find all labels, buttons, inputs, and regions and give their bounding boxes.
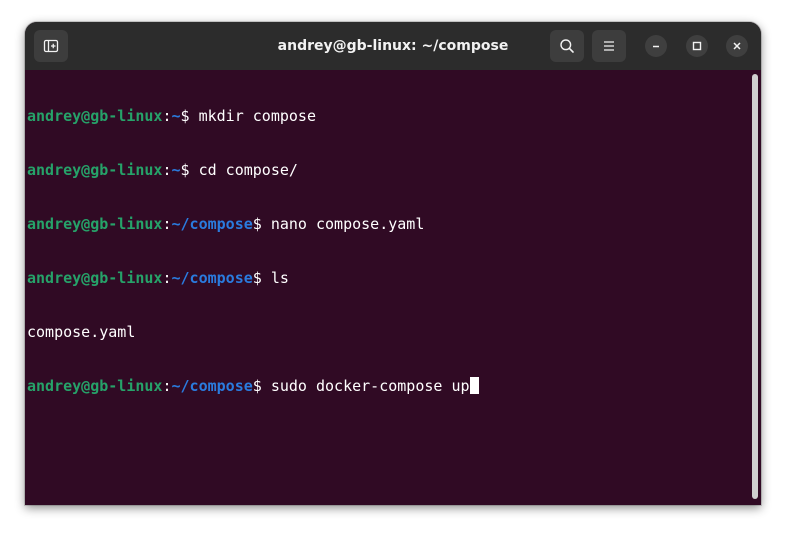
close-button[interactable]	[726, 35, 748, 57]
minimize-button[interactable]	[645, 35, 667, 57]
prompt-path: ~/compose	[171, 269, 253, 287]
output-text: compose.yaml	[27, 323, 136, 341]
terminal-line: andrey@gb-linux:~/compose$ nano compose.…	[27, 215, 479, 233]
prompt-symbol: $	[252, 377, 271, 395]
terminal-line: andrey@gb-linux:~$ cd compose/	[27, 161, 479, 179]
prompt-path: ~/compose	[171, 377, 253, 395]
terminal-output: andrey@gb-linux:~$ mkdir compose andrey@…	[27, 71, 479, 431]
terminal-area[interactable]: andrey@gb-linux:~$ mkdir compose andrey@…	[25, 70, 761, 505]
minimize-icon	[653, 45, 659, 48]
command-text: ls	[270, 269, 289, 287]
prompt-symbol: $	[180, 107, 199, 125]
prompt-symbol: $	[252, 269, 271, 287]
terminal-line: andrey@gb-linux:~$ mkdir compose	[27, 107, 479, 125]
search-icon	[560, 39, 574, 53]
hamburger-menu-icon	[604, 41, 614, 51]
scrollbar[interactable]	[752, 74, 758, 499]
terminal-line: andrey@gb-linux:~/compose$ sudo docker-c…	[27, 377, 479, 395]
prompt-symbol: $	[180, 161, 199, 179]
prompt-separator: :	[162, 377, 172, 395]
prompt-user: andrey@gb-linux	[27, 161, 163, 179]
prompt-user: andrey@gb-linux	[27, 377, 163, 395]
maximize-button[interactable]	[686, 35, 708, 57]
prompt-separator: :	[162, 107, 172, 125]
command-text: sudo docker-compose up	[270, 377, 470, 395]
terminal-output-line: compose.yaml	[27, 323, 479, 341]
prompt-path: ~/compose	[171, 215, 253, 233]
prompt-path: ~	[171, 107, 181, 125]
maximize-icon	[692, 41, 702, 51]
title-bar[interactable]: andrey@gb-linux: ~/compose	[25, 22, 761, 70]
search-button[interactable]	[550, 30, 584, 62]
prompt-path: ~	[171, 161, 181, 179]
prompt-user: andrey@gb-linux	[27, 107, 163, 125]
text-cursor	[469, 377, 479, 394]
command-text: nano compose.yaml	[270, 215, 425, 233]
new-tab-icon	[43, 39, 59, 53]
command-text: cd compose/	[198, 161, 298, 179]
command-text: mkdir compose	[198, 107, 316, 125]
menu-button[interactable]	[592, 30, 626, 62]
new-tab-button[interactable]	[34, 30, 68, 62]
prompt-separator: :	[162, 269, 172, 287]
prompt-user: andrey@gb-linux	[27, 215, 163, 233]
prompt-symbol: $	[252, 215, 271, 233]
terminal-line: andrey@gb-linux:~/compose$ ls	[27, 269, 479, 287]
close-icon	[733, 42, 741, 50]
terminal-window: andrey@gb-linux: ~/compose andrey@gb-lin…	[25, 22, 761, 505]
prompt-separator: :	[162, 161, 172, 179]
prompt-separator: :	[162, 215, 172, 233]
prompt-user: andrey@gb-linux	[27, 269, 163, 287]
